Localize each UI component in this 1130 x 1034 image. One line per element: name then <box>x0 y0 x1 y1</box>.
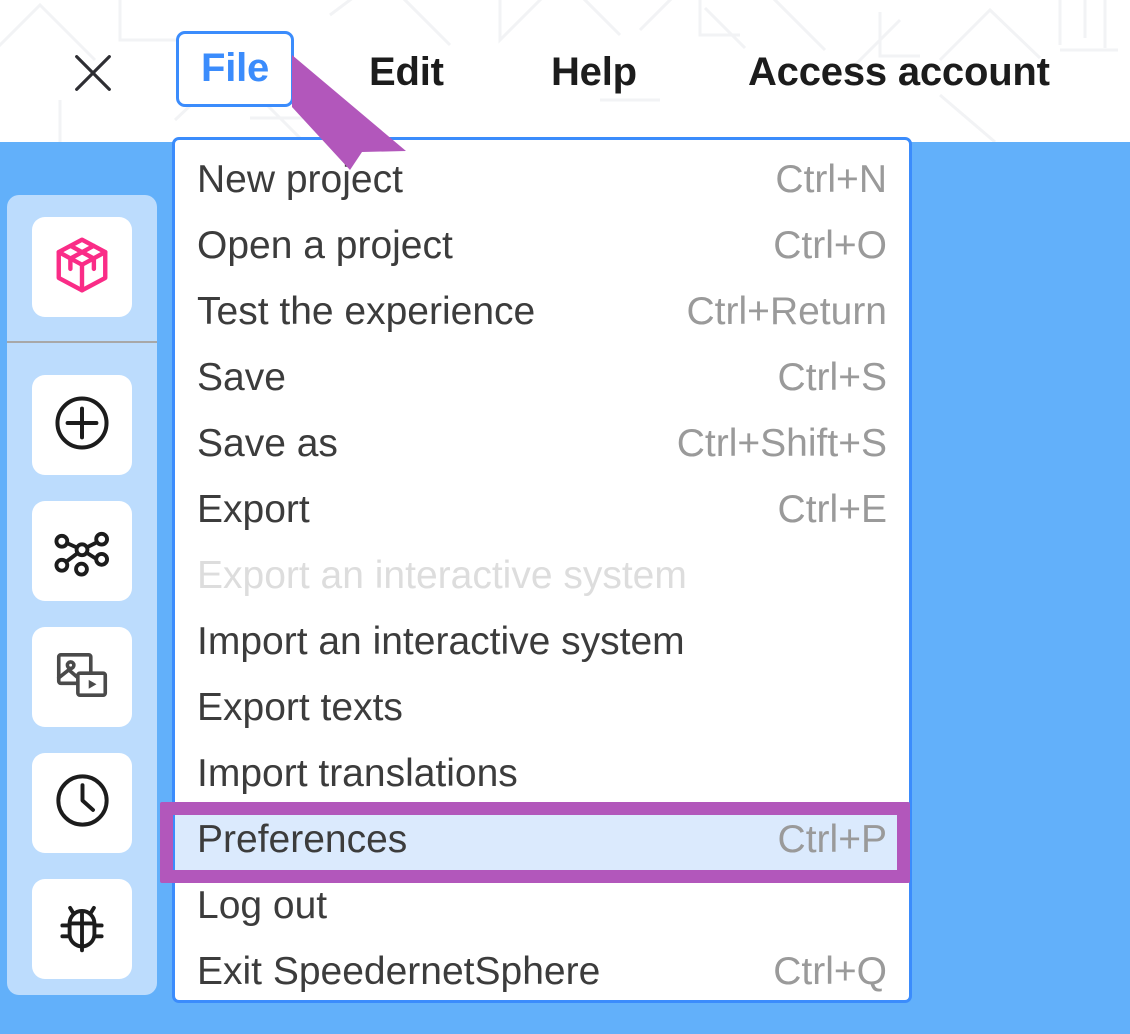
menu-item-label: Export texts <box>197 688 403 727</box>
menu-item-new-project[interactable]: New project Ctrl+N <box>175 146 909 212</box>
menu-item-label: Import translations <box>197 754 518 793</box>
menu-help[interactable]: Help <box>551 52 637 92</box>
app-root: New project Ctrl+N Open a project Ctrl+O Tes… <box>0 0 1130 1034</box>
left-toolbar <box>7 195 157 995</box>
file-menu-list: New project Ctrl+N Open a project Ctrl+O Tes… <box>175 140 909 1003</box>
menu-item-preferences[interactable]: Preferences Ctrl+P <box>175 806 909 872</box>
menu-item-export-texts[interactable]: Export texts <box>175 674 909 740</box>
menu-item-log-out[interactable]: Log out <box>175 872 909 938</box>
menu-item-label: Preferences <box>197 820 407 859</box>
menu-item-shortcut: Ctrl+Shift+S <box>677 424 887 463</box>
menu-item-import-an-interactive-system[interactable]: Import an interactive system <box>175 608 909 674</box>
menu-item-test-the-experience[interactable]: Test the experience Ctrl+Return <box>175 278 909 344</box>
media-library-icon <box>51 644 113 711</box>
toolbar-divider <box>7 341 157 343</box>
menu-edit[interactable]: Edit <box>369 52 444 92</box>
sidebar-item-nodes[interactable] <box>32 501 132 601</box>
close-icon <box>65 45 121 106</box>
menu-item-label: Exit SpeedernetSphere <box>197 952 600 991</box>
menu-item-label: Import an interactive system <box>197 622 685 661</box>
menu-item-open-a-project[interactable]: Open a project Ctrl+O <box>175 212 909 278</box>
menu-item-save[interactable]: Save Ctrl+S <box>175 344 909 410</box>
menu-item-export-an-interactive-system: Export an interactive system <box>175 542 909 608</box>
menu-item-label: Test the experience <box>197 292 535 331</box>
menu-item-label: Open a project <box>197 226 453 265</box>
menu-item-label: New project <box>197 160 403 199</box>
menu-item-shortcut: Ctrl+P <box>778 820 887 859</box>
menu-item-shortcut: Ctrl+E <box>778 490 887 529</box>
menu-item-label: Save <box>197 358 286 397</box>
menu-item-label: Export <box>197 490 310 529</box>
menu-file[interactable]: File <box>176 31 294 107</box>
menu-access-account[interactable]: Access account <box>748 52 1050 92</box>
sidebar-item-history[interactable] <box>32 753 132 853</box>
sidebar-item-debug[interactable] <box>32 879 132 979</box>
menu-item-import-translations[interactable]: Import translations <box>175 740 909 806</box>
menu-item-label: Save as <box>197 424 338 463</box>
menu-item-shortcut: Ctrl+O <box>773 226 887 265</box>
menu-item-exit-speedernetsphere[interactable]: Exit SpeedernetSphere Ctrl+Q <box>175 938 909 1003</box>
sidebar-item-media[interactable] <box>32 627 132 727</box>
menu-item-label: Log out <box>197 886 327 925</box>
cube-icon <box>51 234 113 301</box>
menu-item-shortcut: Ctrl+Q <box>773 952 887 991</box>
menu-item-export[interactable]: Export Ctrl+E <box>175 476 909 542</box>
sidebar-item-add[interactable] <box>32 375 132 475</box>
file-dropdown-menu: New project Ctrl+N Open a project Ctrl+O Tes… <box>172 137 912 1003</box>
menu-item-shortcut: Ctrl+Return <box>687 292 887 331</box>
plus-circle-icon <box>50 391 114 460</box>
clock-icon <box>51 769 114 837</box>
close-button[interactable] <box>63 45 123 105</box>
menu-item-save-as[interactable]: Save as Ctrl+Shift+S <box>175 410 909 476</box>
menu-item-shortcut: Ctrl+S <box>778 358 887 397</box>
menu-item-label: Export an interactive system <box>197 556 687 595</box>
node-graph-icon <box>51 518 113 585</box>
bug-icon <box>51 896 113 963</box>
sidebar-item-scene[interactable] <box>32 217 132 317</box>
app-header: File Edit Help Access account <box>0 0 1130 142</box>
menu-item-shortcut: Ctrl+N <box>775 160 887 199</box>
